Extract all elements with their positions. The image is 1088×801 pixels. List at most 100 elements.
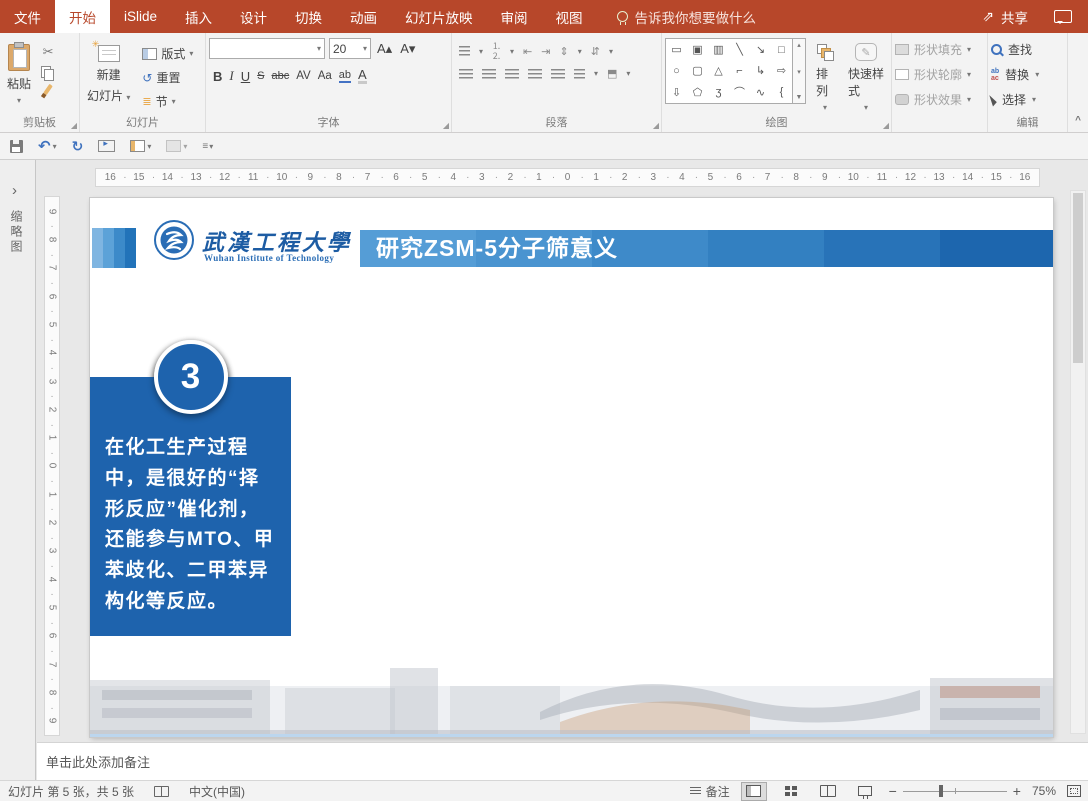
shape-gallery-item[interactable]: ∿ [750,82,771,103]
shape-gallery-item[interactable]: { [771,82,792,103]
distribute-icon[interactable] [551,68,565,79]
shape-gallery-item[interactable]: ▥ [708,39,729,60]
drawing-dialog-launcher[interactable]: ◢ [883,121,889,130]
reset-button[interactable]: ↺ 重置 [142,69,193,86]
new-slide-button[interactable]: 新建 幻灯片 ▾ [83,38,134,116]
shape-gallery-item[interactable]: □ [771,39,792,60]
spellcheck-icon[interactable] [154,785,170,797]
scrollbar-thumb[interactable] [1073,193,1083,363]
shape-fill-button[interactable]: 形状填充 ▾ [895,41,984,58]
notes-toggle-button[interactable]: 备注 [689,783,730,800]
ribbon-tab[interactable]: 动画 [336,0,391,33]
zoom-slider-thumb[interactable] [938,784,943,797]
increase-font-button[interactable]: A▴ [375,41,394,57]
language-indicator[interactable]: 中文(中国) [189,783,245,800]
ribbon-tab[interactable]: 审阅 [487,0,542,33]
format-painter-icon[interactable] [43,83,53,96]
decrease-indent-icon[interactable]: ⇤ [523,45,532,58]
copy-icon[interactable] [41,66,55,81]
zoom-slider[interactable] [902,784,1007,797]
bullets-icon[interactable] [459,46,470,56]
shape-gallery-item[interactable]: ▭ [666,39,687,60]
slide-title-bar[interactable]: 研究ZSM-5分子筛意义 [360,230,1053,267]
justify-icon[interactable] [528,68,542,79]
paste-dropdown-caret[interactable]: ▾ [17,96,21,105]
shape-gallery-item[interactable]: ▢ [687,60,708,81]
fit-slide-button[interactable] [1067,785,1081,797]
shape-gallery-scrollbar[interactable]: ▴ ▾ ▼ [793,38,806,104]
clipboard-dialog-launcher[interactable]: ◢ [71,121,77,130]
layout-button[interactable]: 版式 ▾ [142,45,193,62]
notes-pane[interactable]: 单击此处添加备注 [37,742,1088,780]
paste-button[interactable]: 粘贴 ▾ [3,38,35,116]
ribbon-tab[interactable]: 文件 [0,0,55,33]
font-toggle-button[interactable]: ab [338,69,352,83]
smartart-convert-icon[interactable]: ⬒ [607,67,617,80]
thumbnail-panel-collapsed[interactable]: › 缩略图 [0,160,36,780]
horizontal-ruler[interactable]: 1615141312111098765432101234567891011121… [95,168,1040,187]
ribbon-tab[interactable]: 开始 [55,0,110,33]
ribbon-tab[interactable]: 视图 [542,0,597,33]
font-toggle-button[interactable]: Aa [318,70,332,82]
ribbon-tab[interactable]: 切换 [281,0,336,33]
align-right-icon[interactable] [505,68,519,79]
ribbon-tab[interactable]: iSlide [110,0,171,33]
replace-button[interactable]: ab ac 替换 ▾ [991,66,1064,83]
share-button[interactable]: ⇗ 共享 [982,7,1028,27]
text-direction-icon[interactable]: ⇵ [591,45,600,58]
slide-canvas[interactable]: 武漢工程大學 Wuhan Institute of Technology 研究Z… [90,198,1053,737]
font-toggle-button[interactable]: AV [296,70,311,82]
decrease-font-button[interactable]: A▾ [398,41,417,57]
shape-gallery-item[interactable]: ⬠ [687,82,708,103]
shape-gallery-item[interactable]: △ [708,60,729,81]
reading-view-button[interactable] [815,782,841,801]
columns-icon[interactable] [574,68,585,79]
font-toggle-button[interactable]: S [257,70,264,82]
shape-gallery-item[interactable]: ╲ [729,39,750,60]
slideshow-button[interactable] [852,782,878,801]
align-left-icon[interactable] [459,68,473,79]
shape-gallery-item[interactable]: ⌐ [729,60,750,81]
line-spacing-icon[interactable]: ⇕ [559,45,568,58]
font-toggle-button[interactable]: B [213,69,222,84]
normal-view-button[interactable] [740,781,767,801]
slide-sorter-button[interactable] [778,782,804,801]
slide-pane-icon[interactable] [130,140,146,152]
find-button[interactable]: 查找 [991,41,1064,58]
font-toggle-button[interactable]: U [241,69,250,84]
save-icon[interactable] [10,139,23,153]
font-size-combo[interactable]: 20 ▾ [329,38,371,59]
font-name-combo[interactable]: ▾ [209,38,325,59]
shape-gallery-item[interactable]: ʒ [708,82,729,103]
content-box[interactable]: 3 在化工生产过程中，是很好的“择形反应”催化剂，还能参与MTO、甲苯歧化、二甲… [90,340,291,636]
undo-icon[interactable]: ↶ [38,137,51,155]
start-slideshow-icon[interactable] [98,138,116,152]
shape-gallery-item[interactable]: ⇨ [771,60,792,81]
shape-gallery-item[interactable]: ⌒ [729,82,750,103]
increase-indent-icon[interactable]: ⇥ [541,45,550,58]
zoom-level[interactable]: 75% [1032,784,1056,798]
numbering-icon[interactable]: ⒈⒉ [492,41,501,61]
expand-panel-icon[interactable]: › [12,182,17,199]
quick-styles-button[interactable]: ✎ 快速样式 ▾ [844,38,888,116]
shape-gallery-item[interactable]: ▣ [687,39,708,60]
shape-effects-button[interactable]: 形状效果 ▾ [895,91,984,108]
font-toggle-button[interactable]: abc [271,70,289,82]
shape-outline-button[interactable]: 形状轮廓 ▾ [895,66,984,83]
font-dialog-launcher[interactable]: ◢ [443,121,449,130]
vertical-ruler[interactable]: 9876543210123456789 [44,196,60,736]
ribbon-tab[interactable]: 设计 [226,0,281,33]
section-button[interactable]: ≣ 节 ▾ [142,93,193,110]
shape-gallery-item[interactable]: ⇩ [666,82,687,103]
cut-icon[interactable]: ✂ [43,44,54,60]
font-toggle-button[interactable]: A [358,68,367,84]
redo-icon[interactable]: ↻ [72,138,84,155]
paragraph-dialog-launcher[interactable]: ◢ [653,121,659,130]
tell-me-box[interactable]: 告诉我你想要做什么 [616,0,756,33]
arrange-button[interactable]: 排列 ▾ [812,38,838,116]
ribbon-tab[interactable]: 幻灯片放映 [391,0,487,33]
customize-qat-icon[interactable]: ≡ [202,141,208,152]
vertical-scrollbar[interactable] [1070,190,1086,734]
shape-gallery-item[interactable]: ○ [666,60,687,81]
shape-gallery-item[interactable]: ↳ [750,60,771,81]
